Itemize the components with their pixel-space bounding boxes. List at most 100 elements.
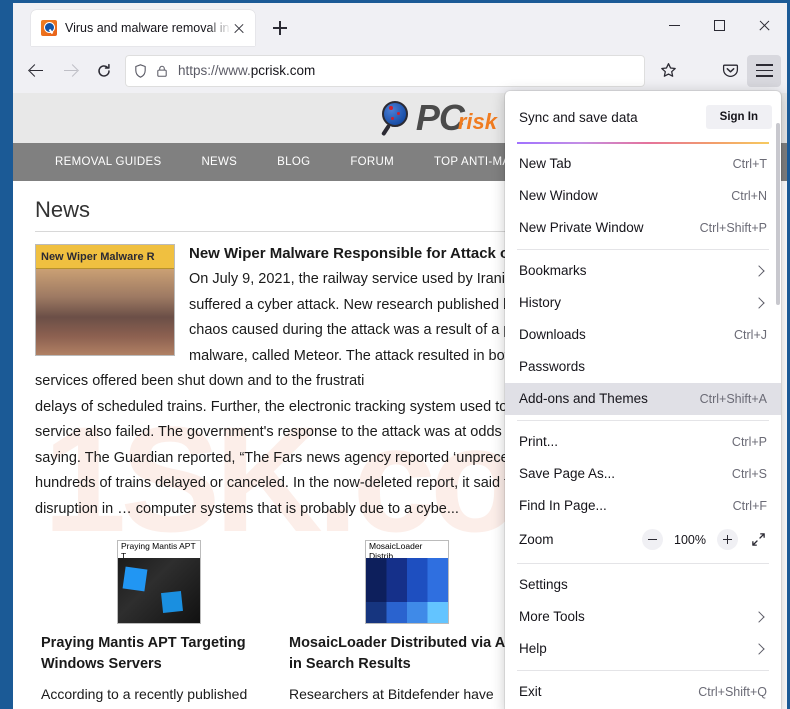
menu-item-label: More Tools [519,609,755,624]
thumbnail-caption: MosaicLoader Distrib [366,541,448,558]
menu-item-downloads[interactable]: Downloads Ctrl+J [505,319,781,351]
arrow-left-icon [28,62,45,79]
address-bar[interactable]: https://www.pcrisk.com [125,55,645,87]
menu-item-label: Print... [519,434,732,449]
sync-and-save-row[interactable]: Sync and save data Sign In [505,96,781,138]
menu-item-label: Save Page As... [519,466,732,481]
menu-item-help[interactable]: Help [505,633,781,665]
card-title[interactable]: MosaicLoader Distributed via Ads in Sear… [289,633,525,675]
nav-item-news[interactable]: NEWS [181,156,257,168]
menu-item-print[interactable]: Print... Ctrl+P [505,426,781,458]
menu-item-history[interactable]: History [505,287,781,319]
article-card: MosaicLoader Distrib MosaicLoader Distri… [283,540,531,705]
shield-icon[interactable] [133,63,148,79]
menu-item-shortcut: Ctrl+Shift+Q [698,685,767,699]
star-icon [660,62,677,79]
article-thumbnail[interactable]: New Wiper Malware R [35,244,175,356]
nav-item-forum[interactable]: FORUM [330,156,414,168]
divider [517,670,769,671]
card-title[interactable]: Praying Mantis APT Targeting Windows Ser… [41,633,277,675]
menu-item-label: Help [519,641,755,656]
divider [517,249,769,250]
menu-item-save-page-as[interactable]: Save Page As... Ctrl+S [505,458,781,490]
tab-close-icon[interactable] [231,20,247,36]
maximize-button[interactable] [697,3,742,48]
menu-item-exit[interactable]: Exit Ctrl+Shift+Q [505,676,781,708]
nav-item-blog[interactable]: BLOG [257,156,330,168]
menu-item-find-in-page[interactable]: Find In Page... Ctrl+F [505,490,781,522]
magnifier-icon [379,99,413,137]
pocket-icon [722,62,739,79]
divider [517,563,769,564]
card-excerpt: According to a recently published [41,683,277,705]
thumbnail-caption: New Wiper Malware R [36,245,174,269]
zoom-label: Zoom [519,532,642,547]
browser-chrome: Virus and malware removal instructions [13,3,787,709]
zoom-out-button[interactable] [642,529,663,550]
menu-item-settings[interactable]: Settings [505,569,781,601]
close-window-button[interactable] [742,3,787,48]
menu-item-bookmarks[interactable]: Bookmarks [505,255,781,287]
chevron-right-icon [753,611,764,622]
chevron-right-icon [753,297,764,308]
new-tab-button[interactable] [265,13,295,43]
menu-item-shortcut: Ctrl+Shift+A [700,392,767,406]
menu-item-label: Exit [519,684,698,699]
reload-button[interactable] [87,55,121,87]
forward-button[interactable] [53,55,87,87]
tab-strip: Virus and malware removal instructions [13,3,787,48]
tab-favicon-icon [41,20,57,36]
zoom-in-button[interactable] [717,529,738,550]
menu-item-label: Downloads [519,327,734,342]
menu-item-label: New Private Window [519,220,700,235]
menu-item-label: New Window [519,188,731,203]
article-card: Praying Mantis APT T Praying Mantis APT … [35,540,283,705]
window-controls [652,3,787,48]
nav-item-removal-guides[interactable]: REMOVAL GUIDES [35,156,181,168]
tab-title: Virus and malware removal instructions [65,21,231,35]
menu-item-label: History [519,295,755,310]
menu-item-passwords[interactable]: Passwords [505,351,781,383]
menu-item-new-private-window[interactable]: New Private Window Ctrl+Shift+P [505,212,781,244]
chevron-right-icon [753,643,764,654]
thumbnail-image [118,558,200,623]
app-menu-button[interactable] [747,55,781,87]
menu-item-more-tools[interactable]: More Tools [505,601,781,633]
menu-item-label: Passwords [519,359,767,374]
menu-item-shortcut: Ctrl+S [732,467,767,481]
browser-tab[interactable]: Virus and malware removal instructions [31,10,255,46]
thumbnail-caption: Praying Mantis APT T [118,541,200,558]
menu-item-new-tab[interactable]: New Tab Ctrl+T [505,148,781,180]
bookmark-button[interactable] [651,55,685,87]
sign-in-button[interactable]: Sign In [706,105,772,129]
menu-item-shortcut: Ctrl+N [731,189,767,203]
card-thumbnail[interactable]: Praying Mantis APT T [117,540,201,624]
fullscreen-button[interactable] [745,527,771,553]
accent-gradient-divider [517,142,769,144]
menu-item-new-window[interactable]: New Window Ctrl+N [505,180,781,212]
back-button[interactable] [19,55,53,87]
zoom-value[interactable]: 100% [674,533,706,547]
arrow-right-icon [62,62,79,79]
pocket-button[interactable] [713,55,747,87]
menu-item-shortcut: Ctrl+T [733,157,767,171]
sync-label: Sync and save data [519,110,706,125]
card-thumbnail[interactable]: MosaicLoader Distrib [365,540,449,624]
menu-item-shortcut: Ctrl+P [732,435,767,449]
minimize-button[interactable] [652,3,697,48]
thumbnail-image [36,269,174,355]
lock-icon[interactable] [155,63,169,79]
menu-item-shortcut: Ctrl+Shift+P [700,221,767,235]
logo-pc-text: PC [416,101,464,135]
menu-item-add-ons-and-themes[interactable]: Add-ons and Themes Ctrl+Shift+A [505,383,781,415]
menu-item-label: Settings [519,577,767,592]
menu-item-shortcut: Ctrl+F [733,499,767,513]
menu-item-label: Bookmarks [519,263,755,278]
divider [517,420,769,421]
app-menu-panel: Sync and save data Sign In New Tab Ctrl+… [505,91,781,709]
reload-icon [96,63,112,79]
navigation-toolbar: https://www.pcrisk.com [13,48,787,93]
zoom-row: Zoom 100% [505,522,781,558]
site-logo[interactable]: PC risk [379,99,497,137]
menu-item-label: Add-ons and Themes [519,391,700,406]
